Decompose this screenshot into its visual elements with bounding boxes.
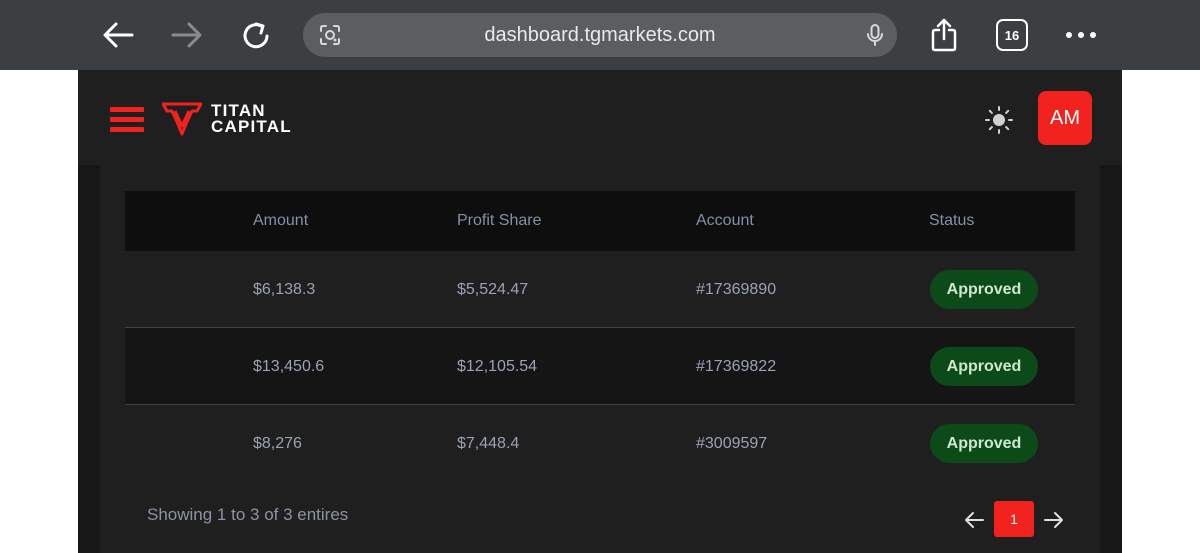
app-header: TITAN CAPITAL AM (78, 70, 1122, 165)
cell-profit-share: $7,448.4 (457, 435, 520, 452)
table-row: $8,276 $7,448.4 #3009597 Approved (125, 405, 1075, 482)
forward-arrow-icon (171, 22, 202, 48)
more-icon (1066, 32, 1096, 38)
table-row: $13,450.6 $12,105.54 #17369822 Approved (125, 328, 1075, 405)
microphone-icon[interactable] (863, 23, 887, 47)
avatar[interactable]: AM (1038, 91, 1092, 145)
address-bar[interactable]: dashboard.tgmarkets.com (303, 13, 897, 57)
cell-account: #17369822 (696, 358, 777, 375)
more-button[interactable] (1063, 17, 1099, 53)
status-badge: Approved (930, 270, 1038, 309)
back-button[interactable] (100, 17, 136, 53)
cell-amount: $13,450.6 (253, 358, 325, 375)
payouts-table: Amount Profit Share Account Status $6,13… (125, 191, 1075, 482)
reload-icon (243, 22, 269, 49)
status-badge: Approved (930, 347, 1038, 386)
next-page-icon[interactable] (1043, 509, 1065, 531)
titan-logo-icon (162, 102, 202, 136)
sidebar-strip-right (1100, 165, 1122, 553)
share-icon (931, 18, 957, 52)
cell-account: #3009597 (696, 435, 768, 452)
logo-text: TITAN CAPITAL (211, 102, 292, 136)
web-page: TITAN CAPITAL AM Amount Profit Share Acc… (78, 70, 1122, 553)
column-header-status: Status (929, 212, 975, 229)
column-header-profit-share: Profit Share (457, 212, 542, 229)
sidebar-strip-left (78, 165, 100, 553)
browser-toolbar: dashboard.tgmarkets.com 16 (0, 0, 1200, 70)
sun-icon[interactable] (985, 106, 1013, 134)
entries-summary: Showing 1 to 3 of 3 entires (147, 505, 349, 524)
url-text: dashboard.tgmarkets.com (484, 24, 716, 46)
cell-account: #17369890 (696, 281, 777, 298)
forward-button[interactable] (169, 17, 205, 53)
menu-icon[interactable] (110, 107, 144, 133)
cell-amount: $6,138.3 (253, 281, 316, 298)
cell-amount: $8,276 (253, 435, 302, 452)
column-header-account: Account (696, 212, 754, 229)
share-button[interactable] (926, 17, 962, 53)
page-button-current[interactable]: 1 (994, 501, 1034, 537)
tabs-icon[interactable]: 16 (996, 19, 1028, 51)
table-row: $6,138.3 $5,524.47 #17369890 Approved (125, 251, 1075, 328)
logo-line-2: CAPITAL (211, 117, 292, 136)
column-header-amount: Amount (253, 212, 309, 229)
back-arrow-icon (103, 22, 134, 48)
table-header: Amount Profit Share Account Status (125, 191, 1075, 251)
cell-profit-share: $5,524.47 (457, 281, 529, 298)
reload-button[interactable] (238, 17, 274, 53)
payouts-card: Amount Profit Share Account Status $6,13… (100, 165, 1100, 553)
status-badge: Approved (930, 424, 1038, 463)
prev-page-icon[interactable] (963, 509, 985, 531)
cell-profit-share: $12,105.54 (457, 358, 538, 375)
